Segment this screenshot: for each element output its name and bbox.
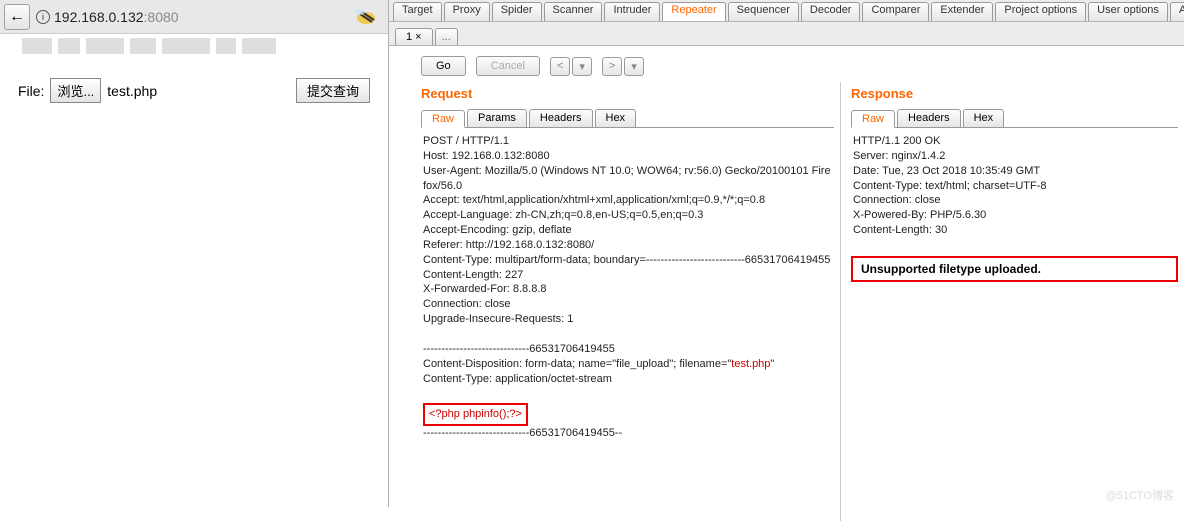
tab-project-options[interactable]: Project options [995,2,1086,21]
tab-spider[interactable]: Spider [492,2,542,21]
request-tab-headers[interactable]: Headers [529,109,593,127]
request-inner-tabs: RawParamsHeadersHex [421,109,834,128]
response-tab-raw[interactable]: Raw [851,110,895,128]
browser-pane: ← i 192.168.0.132:8080 File: 浏览... test.… [0,0,388,507]
response-tab-headers[interactable]: Headers [897,109,961,127]
go-button[interactable]: Go [421,56,466,76]
browse-button[interactable]: 浏览... [50,78,101,103]
tab-user-options[interactable]: User options [1088,2,1168,21]
request-panel: Request RawParamsHeadersHex POST / HTTP/… [389,82,841,521]
payload-highlight: <?php phpinfo();?> [423,403,528,426]
tab-intruder[interactable]: Intruder [604,2,660,21]
request-tab-hex[interactable]: Hex [595,109,637,127]
prev-dropdown[interactable]: ▾ [572,57,592,76]
arrow-left-icon: ← [9,8,25,26]
back-button[interactable]: ← [4,4,30,30]
tab-target[interactable]: Target [393,2,442,21]
repeater-sub-tabs: 1 × ... [389,22,1184,46]
response-raw[interactable]: HTTP/1.1 200 OK Server: nginx/1.4.2 Date… [851,130,1178,242]
tab-alerts[interactable]: Alerts [1170,2,1184,21]
history-prev-group: < ▾ [550,57,592,76]
action-row: Go Cancel < ▾ > ▾ [389,46,1184,82]
request-tab-params[interactable]: Params [467,109,527,127]
response-title: Response [851,86,1178,101]
next-dropdown[interactable]: ▾ [624,57,644,76]
response-inner-tabs: RawHeadersHex [851,109,1178,128]
main-tabs: TargetProxySpiderScannerIntruderRepeater… [389,0,1184,22]
burp-pane: TargetProxySpiderScannerIntruderRepeater… [388,0,1184,507]
request-title: Request [421,86,834,101]
submit-button[interactable]: 提交查询 [296,78,370,103]
tab-proxy[interactable]: Proxy [444,2,490,21]
repeater-tab-more[interactable]: ... [435,28,458,45]
response-body-highlight: Unsupported filetype uploaded. [851,256,1178,282]
tab-extender[interactable]: Extender [931,2,993,21]
prev-button[interactable]: < [550,57,570,76]
info-icon[interactable]: i [36,10,50,24]
tab-sequencer[interactable]: Sequencer [728,2,799,21]
tab-comparer[interactable]: Comparer [862,2,929,21]
bee-icon [344,4,384,30]
address-bar: ← i 192.168.0.132:8080 [0,0,388,34]
url-text[interactable]: 192.168.0.132:8080 [54,9,179,25]
history-next-group: > ▾ [602,57,644,76]
cancel-button[interactable]: Cancel [476,56,540,76]
redacted-row [0,34,388,58]
response-panel: Response RawHeadersHex HTTP/1.1 200 OK S… [841,82,1184,521]
selected-filename: test.php [107,83,157,99]
upload-form: File: 浏览... test.php 提交查询 [0,58,388,103]
tab-repeater[interactable]: Repeater [662,2,725,21]
response-tab-hex[interactable]: Hex [963,109,1005,127]
repeater-tab-1[interactable]: 1 × [395,28,433,45]
tab-scanner[interactable]: Scanner [544,2,603,21]
next-button[interactable]: > [602,57,622,76]
request-tab-raw[interactable]: Raw [421,110,465,128]
filename-highlight: test.php [731,358,770,370]
tab-decoder[interactable]: Decoder [801,2,861,21]
file-label: File: [18,83,44,99]
watermark: @51CTO博客 [1106,487,1174,503]
request-raw[interactable]: POST / HTTP/1.1 Host: 192.168.0.132:8080… [421,130,834,445]
